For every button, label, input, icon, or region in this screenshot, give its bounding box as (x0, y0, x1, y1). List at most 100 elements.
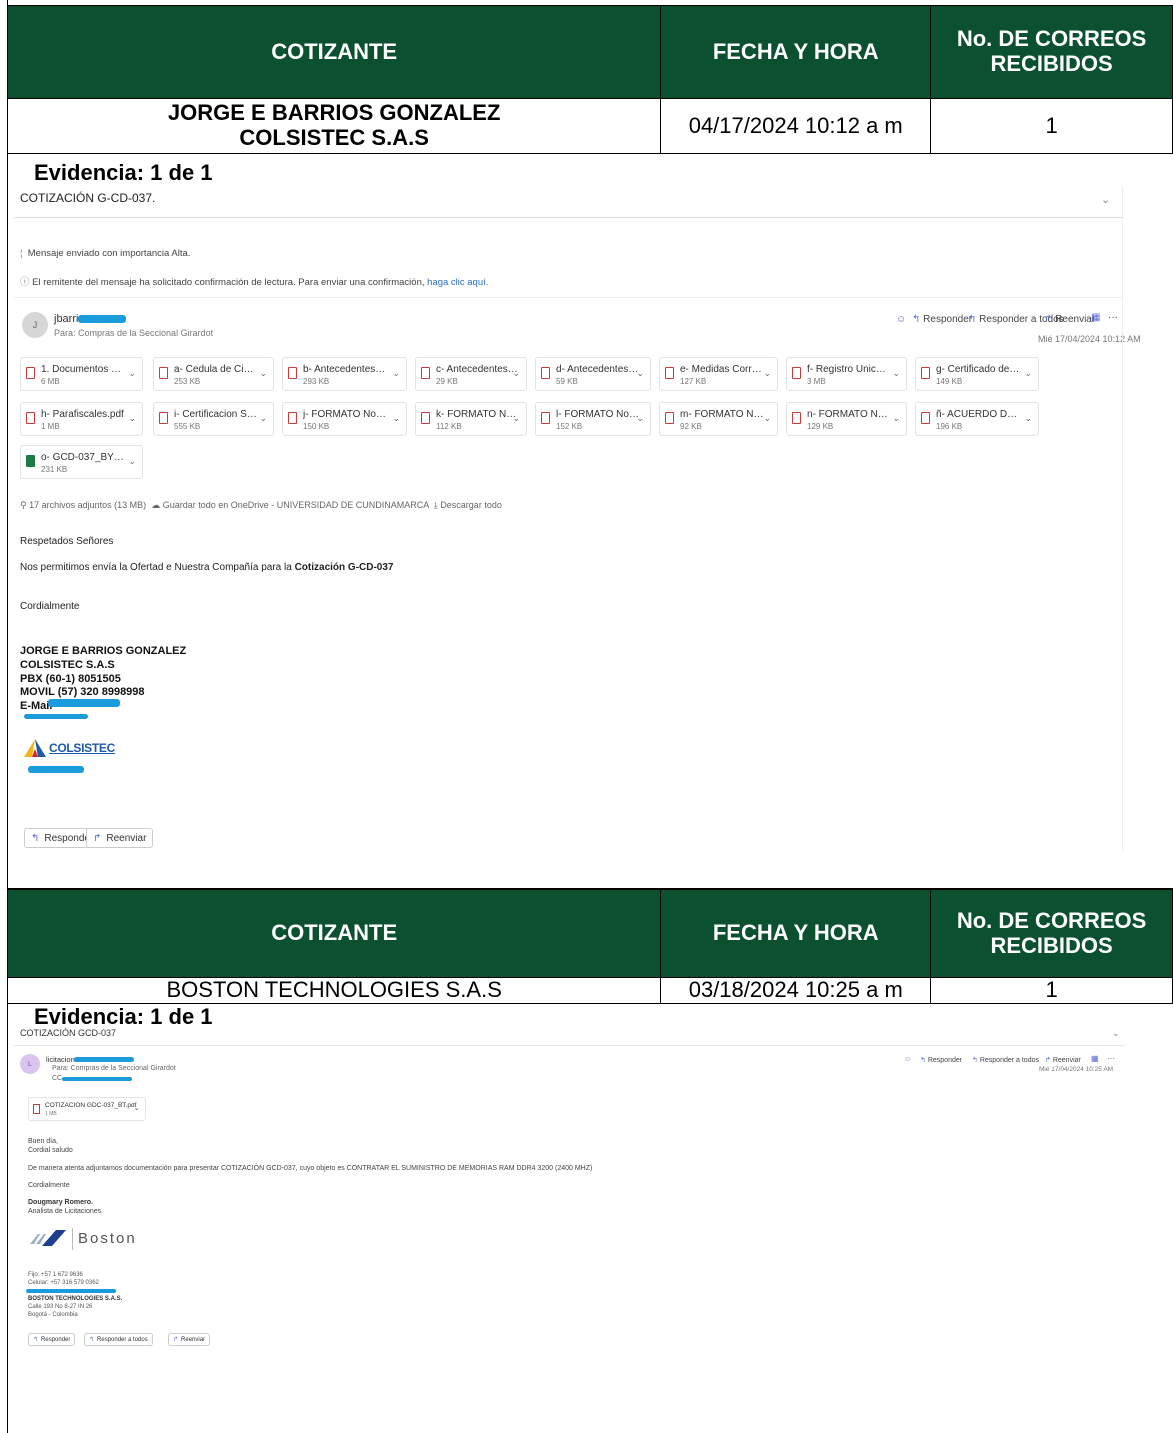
forward-icon: ↱ (1045, 1057, 1051, 1064)
attachment-size: 293 KB (303, 377, 330, 386)
sig-movil: MOVIL (57) 320 8998998 (20, 686, 145, 699)
confirm-link[interactable]: haga clic aquí. (427, 277, 488, 288)
attachment-size: 3 MB (807, 377, 826, 386)
sig-name: Dougmary Romero. (28, 1199, 93, 1206)
excel-icon (26, 455, 35, 467)
attachment-size: 6 MB (41, 377, 60, 386)
attachment-item[interactable]: a- Cedula de Ciudadanía R L... 253 KB ⌄ (153, 357, 274, 391)
greeting: Buen día, (28, 1138, 58, 1145)
download-icon: ⤓ (433, 500, 438, 510)
chevron-down-icon[interactable]: ⌄ (763, 413, 771, 424)
reply-icon: ↰ (920, 1057, 926, 1064)
apps-icon[interactable]: ▦ (1091, 1054, 1099, 1063)
chevron-down-icon[interactable]: ⌄ (1101, 193, 1110, 206)
chevron-down-icon[interactable]: ⌄ (892, 413, 900, 424)
pdf-icon (26, 367, 35, 379)
chevron-down-icon[interactable]: ⌄ (1024, 413, 1032, 424)
pdf-icon (792, 367, 801, 379)
attachment-item[interactable]: i- Certificacion SG- SST.pdf 555 KB ⌄ (153, 402, 274, 436)
attachment-item[interactable]: k- FORMATO No 2 CERTIFICA... 112 KB ⌄ (415, 402, 527, 436)
download-all-link[interactable]: Descargar todo (440, 500, 502, 510)
email-screenshot-2: COTIZACIÓN GCD-037 ⌄ L licitaciones Para… (14, 1026, 1173, 1326)
attachment-item[interactable]: e- Medidas Correctivas.pdf 127 KB ⌄ (659, 357, 778, 391)
attachment-item[interactable]: n- FORMATO No 5 COMPRO... 129 KB ⌄ (786, 402, 907, 436)
attachment-item[interactable]: m- FORMATO No 4 CARTA D... 92 KB ⌄ (659, 402, 778, 436)
colsistec-logo: COLSISTEC (24, 738, 115, 760)
forward-button[interactable]: ↱ Reenviar (168, 1333, 211, 1346)
chevron-down-icon[interactable]: ⌄ (392, 368, 400, 379)
sig-city: Bogotá - Colombia (28, 1312, 78, 1318)
chevron-down-icon[interactable]: ⌄ (133, 1103, 140, 1112)
reply-all-button[interactable]: ↰ Responder a todos (84, 1333, 153, 1346)
pdf-icon (421, 412, 430, 424)
reply-action[interactable]: ↰ Responder (912, 314, 972, 325)
email-subject: COTIZACIÓN G-CD-037. (20, 191, 156, 205)
reply-all-action[interactable]: ↰ Responder a todos (972, 1056, 1039, 1064)
frame-left (7, 0, 8, 1433)
fecha-hora-value: 03/18/2024 10:25 a m (660, 977, 932, 1004)
pdf-icon (159, 367, 168, 379)
read-receipt-notice: ⓘ El remitente del mensaje ha solicitado… (20, 277, 489, 288)
chevron-down-icon[interactable]: ⌄ (259, 413, 267, 424)
more-icon[interactable]: ··· (1107, 1054, 1115, 1063)
attachment-size: 152 KB (556, 422, 583, 431)
pdf-icon (792, 412, 801, 424)
reply-button[interactable]: ↰ Responder (28, 1333, 76, 1346)
email-date: Mié 17/04/2024 10:12 AM (1038, 334, 1141, 344)
reaction-icon[interactable]: ☺ (904, 1056, 911, 1063)
col-cotizante: COTIZANTE (6, 889, 662, 978)
attachment-item[interactable]: c- Antecedentes Procuraduri... 29 KB ⌄ (415, 357, 527, 391)
sig-role: Analista de Licitaciones. (28, 1208, 104, 1215)
save-onedrive-link[interactable]: Guardar todo en OneDrive - UNIVERSIDAD D… (163, 500, 429, 510)
chevron-down-icon[interactable]: ⌄ (636, 413, 644, 424)
attachment-item[interactable]: f- Registro Unico Tributario.pdf 3 MB ⌄ (786, 357, 907, 391)
forward-icon: ↱ (1044, 314, 1053, 325)
attachment-item[interactable]: b- Antecedentes Judiciales.pdf 293 KB ⌄ (282, 357, 407, 391)
attachment-name: n- FORMATO No 5 COMPRO... (807, 409, 891, 420)
attachment-name: k- FORMATO No 2 CERTIFICA... (436, 409, 520, 420)
attachment-size: 112 KB (436, 422, 462, 431)
forward-button[interactable]: ↱ Reenviar (86, 828, 154, 848)
chevron-down-icon[interactable]: ⌄ (636, 368, 644, 379)
pdf-icon (421, 367, 430, 379)
attachment-item[interactable]: h- Parafiscales.pdf 1 MB ⌄ (20, 402, 143, 436)
chevron-down-icon[interactable]: ⌄ (1024, 368, 1032, 379)
attachment-item[interactable]: 1. Documentos Porpuesta tot... 6 MB ⌄ (20, 357, 143, 391)
chevron-down-icon[interactable]: ⌄ (763, 368, 771, 379)
importance-notice: ¦ Mensaje enviado con importancia Alta. (20, 248, 191, 259)
chevron-down-icon[interactable]: ⌄ (512, 368, 520, 379)
chevron-down-icon[interactable]: ⌄ (128, 368, 136, 379)
pdf-icon (921, 412, 930, 424)
boston-logo: Boston (28, 1224, 158, 1254)
attachment-item[interactable]: ñ- ACUERDO DE CONFIDENC... 196 KB ⌄ (915, 402, 1039, 436)
chevron-down-icon[interactable]: ⌄ (259, 368, 267, 379)
cotizante-name: JORGE E BARRIOS GONZALEZ COLSISTEC S.A.S (6, 98, 662, 154)
attachment-item[interactable]: o- GCD-037_BYS_DEF.xlsx 231 KB ⌄ (20, 445, 143, 479)
chevron-down-icon[interactable]: ⌄ (128, 456, 136, 467)
attachment-item[interactable]: l- FORMATO No 3 AUTORIZA... 152 KB ⌄ (535, 402, 651, 436)
attachment-size: 555 KB (174, 422, 201, 431)
attachment-item[interactable]: j- FORMATO No 1 CARTA DE ... 150 KB ⌄ (282, 402, 407, 436)
apps-icon[interactable]: ▦ (1091, 312, 1100, 323)
greeting: Respetados Señores (20, 536, 114, 547)
forward-action[interactable]: ↱ Reenviar (1044, 314, 1095, 325)
reaction-icon[interactable]: ☺ (896, 314, 906, 325)
pdf-icon (541, 367, 550, 379)
attachment-name: j- FORMATO No 1 CARTA DE ... (303, 409, 387, 420)
attachment-item[interactable]: g- Certificado de Existencia y... 149 KB ⌄ (915, 357, 1039, 391)
attachment-item[interactable]: d- Antecedentes Contraloría... 59 KB ⌄ (535, 357, 651, 391)
chevron-down-icon[interactable]: ⌄ (1112, 1028, 1120, 1039)
email-date: Mié 17/04/2024 10:25 AM (1039, 1066, 1114, 1073)
chevron-down-icon[interactable]: ⌄ (128, 413, 136, 424)
attachment-name: g- Certificado de Existencia y... (936, 364, 1020, 375)
forward-action[interactable]: ↱ Reenviar (1045, 1056, 1081, 1064)
chevron-down-icon[interactable]: ⌄ (892, 368, 900, 379)
more-icon[interactable]: ··· (1108, 312, 1118, 323)
attachment-name: e- Medidas Correctivas.pdf (680, 364, 764, 375)
attachment-item[interactable]: COTIZACION GDC-037_BT.pdf 1 MB ⌄ (28, 1097, 146, 1121)
pdf-icon (665, 412, 674, 424)
chevron-down-icon[interactable]: ⌄ (512, 413, 520, 424)
chevron-down-icon[interactable]: ⌄ (392, 413, 400, 424)
reply-action[interactable]: ↰ Responder (920, 1056, 962, 1064)
importance-icon: ¦ (20, 248, 23, 259)
